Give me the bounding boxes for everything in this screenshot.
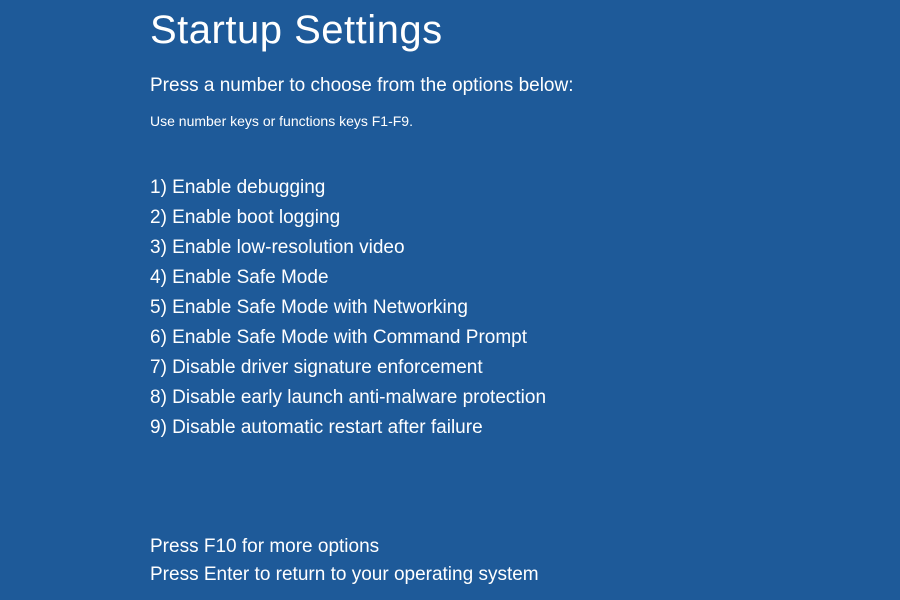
options-list: 1) Enable debugging 2) Enable boot loggi… xyxy=(150,173,900,443)
option-6-safe-mode-cmd[interactable]: 6) Enable Safe Mode with Command Prompt xyxy=(150,323,900,353)
option-9-disable-auto-restart[interactable]: 9) Disable automatic restart after failu… xyxy=(150,413,900,443)
startup-settings-screen: Startup Settings Press a number to choos… xyxy=(0,0,900,589)
footer-instructions: Press F10 for more options Press Enter t… xyxy=(150,533,900,589)
option-8-disable-anti-malware[interactable]: 8) Disable early launch anti-malware pro… xyxy=(150,383,900,413)
page-title: Startup Settings xyxy=(150,8,900,53)
option-1-debugging[interactable]: 1) Enable debugging xyxy=(150,173,900,203)
option-4-safe-mode[interactable]: 4) Enable Safe Mode xyxy=(150,263,900,293)
return-os-hint: Press Enter to return to your operating … xyxy=(150,561,900,589)
option-2-boot-logging[interactable]: 2) Enable boot logging xyxy=(150,203,900,233)
instruction-text: Press a number to choose from the option… xyxy=(150,75,900,97)
option-5-safe-mode-networking[interactable]: 5) Enable Safe Mode with Networking xyxy=(150,293,900,323)
more-options-hint: Press F10 for more options xyxy=(150,533,900,561)
option-3-low-res-video[interactable]: 3) Enable low-resolution video xyxy=(150,233,900,263)
option-7-disable-driver-sig[interactable]: 7) Disable driver signature enforcement xyxy=(150,353,900,383)
hint-text: Use number keys or functions keys F1-F9. xyxy=(150,113,900,129)
